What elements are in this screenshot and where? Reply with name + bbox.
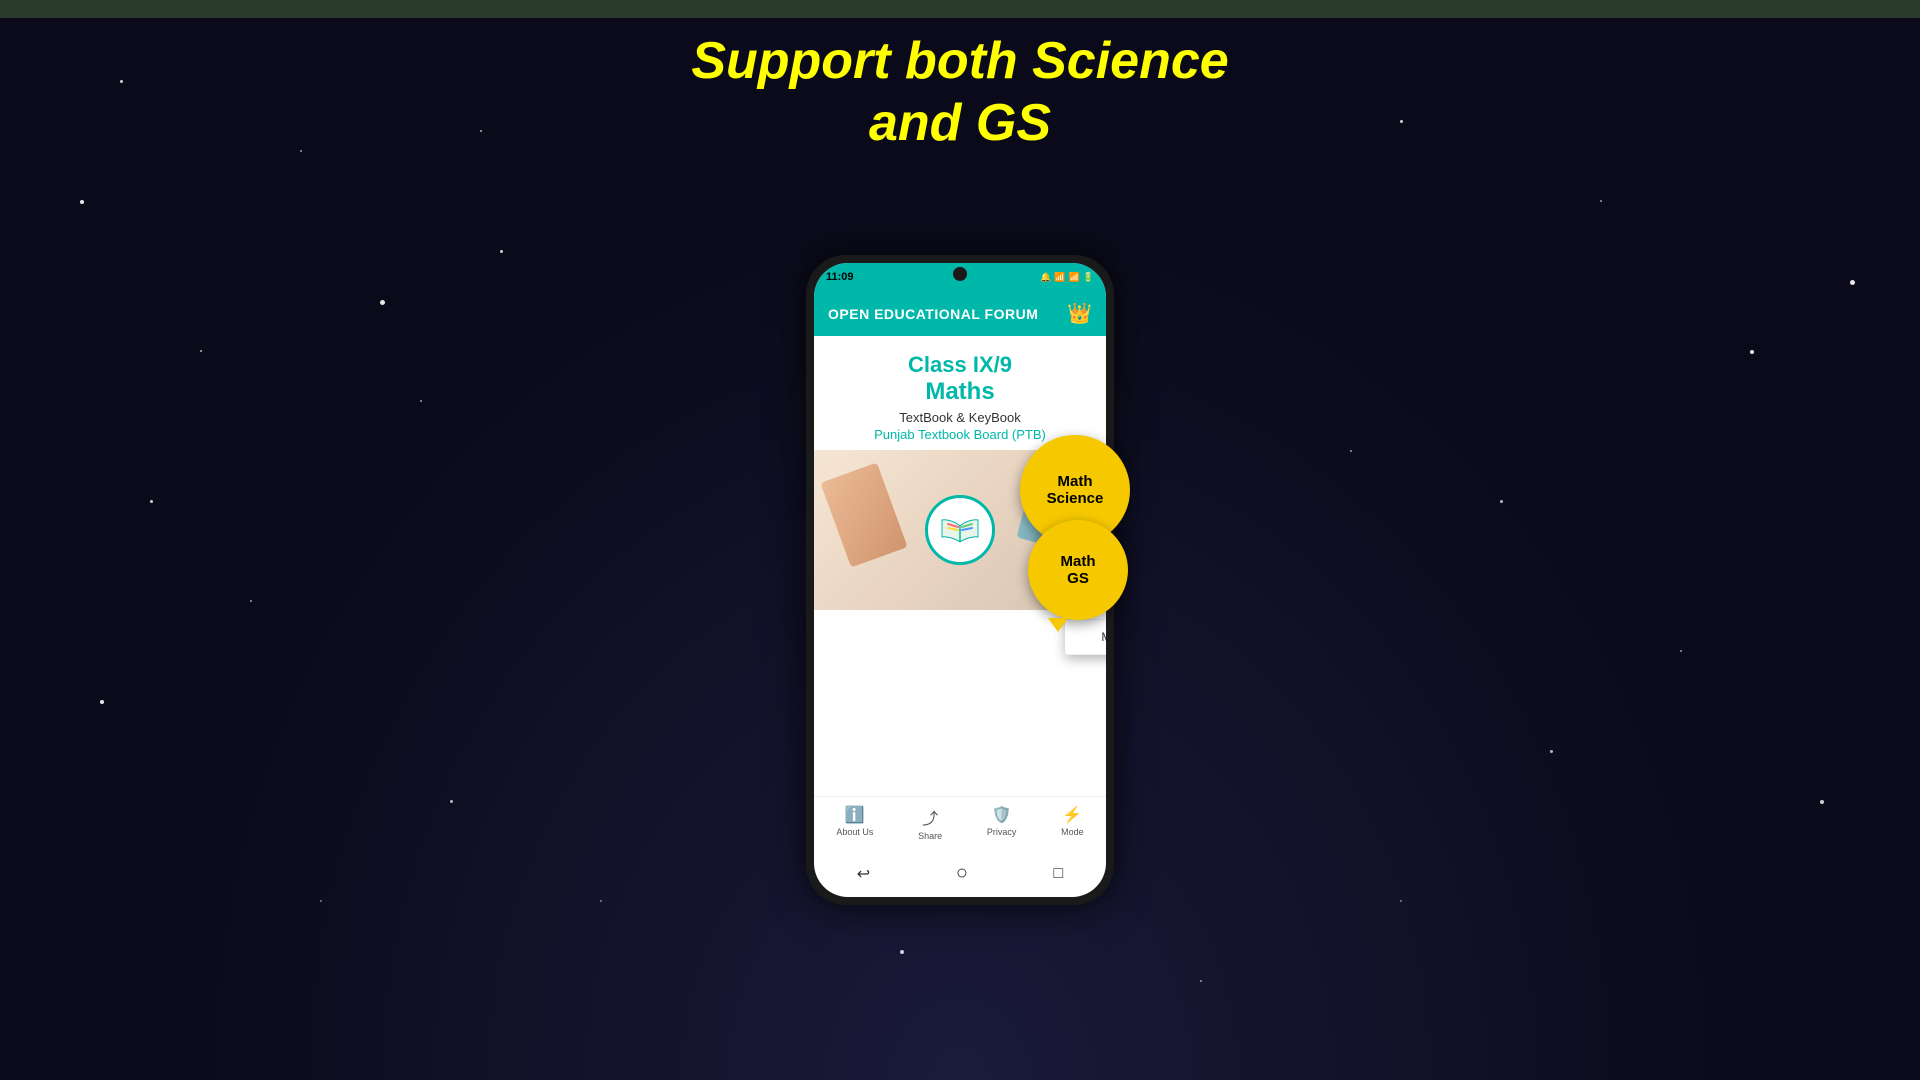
home-button[interactable]: ○ (956, 862, 968, 885)
back-button[interactable]: ↩ (857, 864, 870, 884)
battery-icon: 🔋 (1083, 272, 1094, 283)
nav-share[interactable]: ⤴ Share (918, 805, 942, 841)
book-icon-circle[interactable] (925, 495, 995, 565)
camera-notch (953, 267, 967, 281)
top-bar (0, 0, 1920, 18)
nav-about-us[interactable]: ℹ️ About Us (836, 805, 873, 841)
status-bar: 11:09 🔔 📶 📶 🔋 (814, 263, 1106, 291)
app-title: OPEN EDUCATIONAL FORUM (828, 306, 1038, 322)
info-icon: ℹ️ (845, 805, 865, 825)
privacy-label: Privacy (987, 827, 1017, 837)
wifi-icon: 📶 (1069, 272, 1080, 283)
class-title: Class IX/9 (826, 352, 1094, 378)
status-icons: 🔔 📶 📶 🔋 (1040, 272, 1094, 283)
status-time: 11:09 (826, 271, 854, 283)
subject-title: Maths (826, 378, 1094, 406)
bottom-nav: ℹ️ About Us ⤴ Share 🛡️ Privacy ⚡ Mode (814, 796, 1106, 847)
nav-mode[interactable]: ⚡ Mode (1061, 805, 1084, 841)
app-header: OPEN EDUCATIONAL FORUM 👑 (814, 291, 1106, 336)
alarm-icon: 🔔 (1040, 272, 1051, 283)
mode-icon: ⚡ (1062, 805, 1082, 825)
bubble-math-gs: Math GS (1028, 520, 1128, 620)
phone-bottom-nav: ↩ ○ □ (814, 862, 1106, 885)
mode-label: Mode (1061, 827, 1084, 837)
nav-privacy[interactable]: 🛡️ Privacy (987, 805, 1017, 841)
shield-icon: 🛡️ (992, 805, 1012, 825)
signal-icon: 📶 (1054, 272, 1065, 283)
share-label: Share (918, 831, 942, 841)
about-us-label: About Us (836, 827, 873, 837)
share-icon: ⤴ (922, 805, 938, 829)
subtitle: TextBook & KeyBook (826, 410, 1094, 425)
crown-icon: 👑 (1067, 301, 1092, 326)
bubble-math-science-text: Math Science (1047, 473, 1104, 507)
page-title: Support both Science and GS (0, 30, 1920, 155)
dropdown-item-math-gs[interactable]: Math GS (1065, 620, 1106, 655)
bubble-math-gs-text: Math GS (1061, 553, 1096, 587)
recent-button[interactable]: □ (1054, 865, 1064, 883)
